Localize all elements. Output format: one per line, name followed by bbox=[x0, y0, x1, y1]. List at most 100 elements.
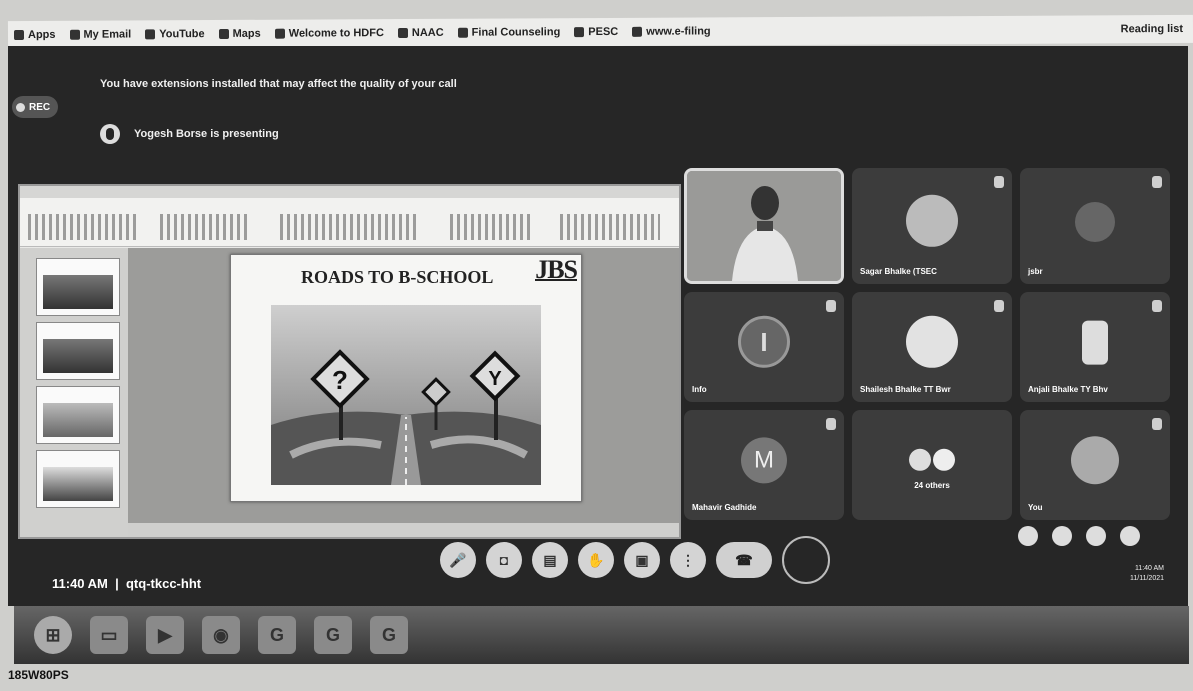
extension-notice: You have extensions installed that may a… bbox=[100, 78, 457, 90]
bookmark-item[interactable]: Final Counseling bbox=[457, 26, 560, 39]
bookmark-item[interactable]: My Email bbox=[69, 28, 132, 41]
globe-icon bbox=[397, 28, 408, 39]
record-dot-icon bbox=[16, 102, 25, 112]
mic-muted-icon bbox=[994, 300, 1004, 312]
participant-tile-5[interactable]: Shailesh Bhalke TT Bwr bbox=[852, 292, 1012, 402]
avatar bbox=[1075, 202, 1115, 242]
people-icon[interactable] bbox=[1052, 526, 1072, 546]
current-slide: ROADS TO B-SCHOOL JBS ? Y bbox=[230, 254, 582, 502]
slide-road-image: ? Y bbox=[271, 305, 541, 485]
participant-tile-self[interactable]: You bbox=[1020, 410, 1170, 520]
camera-button[interactable]: ◘ bbox=[486, 542, 522, 578]
bookmark-item[interactable]: Maps bbox=[218, 27, 261, 40]
mic-muted-icon bbox=[1152, 418, 1162, 430]
bookmark-item[interactable]: www.e-filing bbox=[632, 25, 711, 38]
bookmark-item[interactable]: YouTube bbox=[145, 28, 205, 41]
photo-caption: 185W80PS bbox=[8, 668, 69, 682]
bookmark-label: Maps bbox=[232, 27, 261, 40]
avatar bbox=[906, 194, 958, 247]
bookmark-label: YouTube bbox=[159, 28, 205, 41]
chat-icon[interactable] bbox=[1086, 526, 1106, 546]
system-clock: 11:40 AM 11/11/2021 bbox=[1130, 564, 1164, 584]
slide-title: ROADS TO B-SCHOOL bbox=[301, 267, 494, 287]
avatar bbox=[1082, 320, 1108, 365]
participant-tile-6[interactable]: Anjali Bhalke TY Bhv bbox=[1020, 292, 1170, 402]
app-icon[interactable]: ◉ bbox=[202, 616, 240, 654]
start-button[interactable]: ⊞ bbox=[34, 616, 72, 654]
presenter-icon bbox=[100, 124, 120, 144]
captions-icon: ▤ bbox=[543, 551, 557, 568]
explorer-icon[interactable]: ▭ bbox=[90, 616, 128, 654]
participant-tile-3[interactable]: jsbr bbox=[1020, 168, 1170, 284]
others-label: 24 others bbox=[914, 481, 950, 490]
activities-icon[interactable] bbox=[1120, 526, 1140, 546]
participant-tile-2[interactable]: Sagar Bhalke (TSEC bbox=[852, 168, 1012, 284]
bookmark-label: Welcome to HDFC bbox=[288, 27, 384, 40]
avatar: M bbox=[741, 437, 787, 484]
bank-icon bbox=[274, 28, 285, 39]
meeting-code: qtq-tkcc-hht bbox=[125, 576, 202, 591]
slide-thumbnail[interactable] bbox=[36, 386, 120, 444]
avatar: I bbox=[738, 315, 790, 368]
shared-presentation[interactable]: ROADS TO B-SCHOOL JBS ? Y bbox=[18, 184, 681, 539]
clock-time: 11:40 AM bbox=[1134, 565, 1164, 572]
mic-icon: 🎤 bbox=[449, 551, 467, 568]
slide-thumbnail[interactable] bbox=[36, 322, 120, 380]
slide-thumbnail[interactable] bbox=[36, 450, 120, 508]
others-avatars bbox=[906, 434, 958, 486]
participant-name: Sagar Bhalke (TSEC bbox=[860, 267, 937, 276]
mic-muted-icon bbox=[826, 418, 836, 430]
bookmarks-bar: Apps My Email YouTube Maps Welcome to HDFC NA… bbox=[7, 14, 1193, 50]
ppt-titlebar bbox=[20, 186, 679, 198]
bookmark-label: My Email bbox=[83, 28, 132, 41]
present-button[interactable]: ▣ bbox=[624, 542, 660, 578]
slide-thumbnails bbox=[20, 248, 128, 537]
info-icon[interactable] bbox=[1018, 526, 1038, 546]
mic-button[interactable]: 🎤 bbox=[440, 542, 476, 578]
bookmark-item[interactable]: Apps bbox=[13, 29, 56, 41]
chrome-icon[interactable]: G bbox=[258, 616, 296, 654]
ppt-body: ROADS TO B-SCHOOL JBS ? Y bbox=[20, 248, 679, 537]
side-controls bbox=[1018, 526, 1140, 546]
captions-button[interactable]: ▤ bbox=[532, 542, 568, 578]
meeting-info: 11:40 AM | qtq-tkcc-hht bbox=[52, 576, 202, 591]
participant-name: jsbr bbox=[1028, 267, 1043, 276]
participant-tile-7[interactable]: M Mahavir Gadhide bbox=[684, 410, 844, 520]
extra-control-button[interactable] bbox=[782, 536, 830, 584]
media-player-icon[interactable]: ▶ bbox=[146, 616, 184, 654]
participant-tile-video[interactable] bbox=[684, 168, 844, 284]
presenter-bar: Yogesh Borse is presenting bbox=[100, 124, 279, 144]
participant-name: You bbox=[1028, 503, 1043, 512]
bookmark-item[interactable]: Welcome to HDFC bbox=[274, 27, 384, 40]
bookmark-label: PESC bbox=[588, 25, 619, 39]
call-controls: 🎤 ◘ ▤ ✋ ▣ ⋮ ☎ bbox=[440, 536, 830, 584]
participant-name: Anjali Bhalke TY Bhv bbox=[1028, 385, 1108, 394]
recording-indicator: REC bbox=[12, 96, 59, 118]
bookmark-label: NAAC bbox=[411, 26, 444, 39]
end-call-button[interactable]: ☎ bbox=[716, 542, 772, 578]
slide-logo: JBS bbox=[535, 255, 578, 284]
more-options-button[interactable]: ⋮ bbox=[670, 542, 706, 578]
chrome-icon[interactable]: G bbox=[314, 616, 352, 654]
camera-icon: ◘ bbox=[499, 552, 509, 568]
participant-tile-4[interactable]: I Info bbox=[684, 292, 844, 402]
bookmark-item[interactable]: NAAC bbox=[397, 26, 444, 39]
chrome-icon[interactable]: G bbox=[370, 616, 408, 654]
recording-label: REC bbox=[29, 101, 51, 113]
windows-taskbar: ⊞ ▭ ▶ ◉ G G G bbox=[14, 606, 1189, 664]
meet-screen: REC You have extensions installed that m… bbox=[8, 46, 1188, 606]
bookmark-label: www.e-filing bbox=[646, 25, 711, 38]
bookmark-item[interactable]: PESC bbox=[574, 26, 618, 38]
email-icon bbox=[69, 29, 80, 40]
participant-tile-others[interactable]: 24 others bbox=[852, 410, 1012, 520]
doc-icon bbox=[457, 27, 468, 38]
mic-muted-icon bbox=[1152, 176, 1162, 188]
participant-name: Mahavir Gadhide bbox=[692, 503, 757, 512]
mic-muted-icon bbox=[826, 300, 836, 312]
slide-thumbnail[interactable] bbox=[36, 258, 120, 316]
reading-list-link[interactable]: Reading list bbox=[1121, 23, 1193, 35]
svg-text:Y: Y bbox=[488, 368, 502, 390]
raise-hand-button[interactable]: ✋ bbox=[578, 542, 614, 578]
participant-video bbox=[687, 171, 841, 281]
notes-bar[interactable] bbox=[128, 523, 679, 537]
